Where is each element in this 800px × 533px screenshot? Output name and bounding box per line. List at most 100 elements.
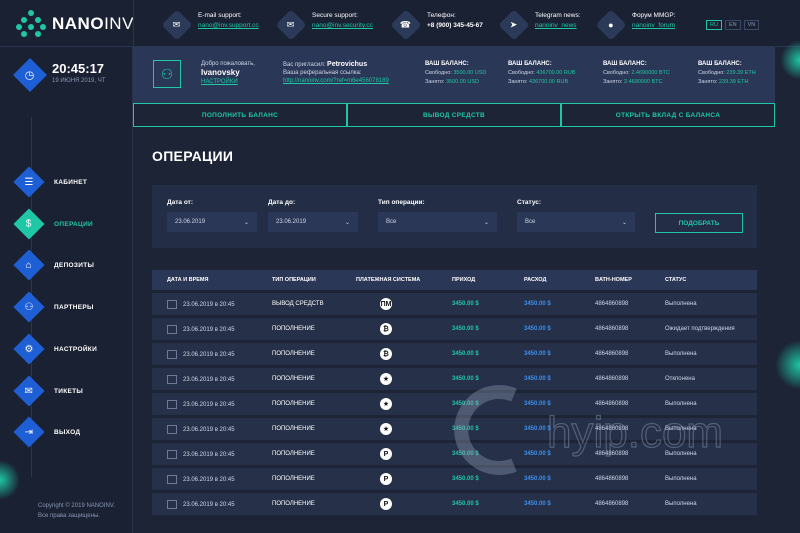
partners-icon: ⚇ [13,291,45,323]
forum-icon: ● [595,9,627,41]
contact-label: E-mail support: [198,12,242,19]
lang-ru[interactable]: RU [706,20,722,30]
balance-title: ВАШ БАЛАНС: [508,61,552,67]
cell-batch: 4864860898 [595,351,629,357]
cell-income: 3450.00 $ [452,376,479,382]
contact-0: ✉ E-mail support: nano@inv.support.cc [161,9,259,41]
table-row[interactable]: 23.06.2019 в 20:45 ВЫВОД СРЕДСТВ ПМ 3450.00… [152,293,757,315]
clock: ◷ 20:45:17 19 ИЮНЯ 2019, ЧТ [13,58,105,92]
contact-value[interactable]: nano@inv.support.cc [198,22,259,29]
payment-system-icon: ₿ [380,323,392,335]
cell-income: 3450.00 $ [452,476,479,482]
sidebar-item-tickets[interactable]: ✉ ТИКЕТЫ [13,375,84,407]
balance-busy: Занято: 436700.00 RUB [508,79,569,85]
cell-income: 3450.00 $ [452,301,479,307]
cell-date: 23.06.2019 в 20:45 [183,351,235,358]
contact-value: +8 (900) 345-45-67 [427,22,483,29]
cell-type: ПОПОЛНЕНИЕ [272,376,315,382]
cell-date: 23.06.2019 в 20:45 [183,326,235,333]
contact-label: Secure support: [312,12,358,19]
column-header: ДАТА И ВРЕМЯ [167,277,209,283]
operation-type-select[interactable]: Все ⌄ [378,212,497,232]
column-header: РАСХОД [524,277,547,283]
cell-type: ПОПОЛНЕНИЕ [272,451,315,457]
balance-free: Свободно: 2.4690000 BTC [603,70,670,76]
cell-expense: 3450.00 $ [524,376,551,382]
status-select[interactable]: Все ⌄ [517,212,635,232]
cell-status: Выполнена [665,501,697,507]
cell-income: 3450.00 $ [452,501,479,507]
sidebar-item-label: КАБИНЕТ [54,178,88,186]
calendar-icon [167,299,177,309]
column-header: ПРИХОД [452,277,476,283]
mail-icon: ✉ [161,9,193,41]
calendar-icon [167,324,177,334]
open-deposit-button[interactable]: ОТКРЫТЬ ВКЛАД С БАЛАНСА [561,103,775,127]
sidebar-item-label: ОПЕРАЦИИ [54,220,94,228]
cell-status: Выполнена [665,301,697,307]
lang-vn[interactable]: VN [743,20,760,30]
filter-panel: Дата от: 23.06.2019 ⌄ Дата до: 23.06.2019… [152,185,757,248]
sidebar-item-operations[interactable]: $ ОПЕРАЦИИ [13,208,94,240]
ref-label: Ваша реферальная ссылка: [283,70,362,76]
calendar-icon [167,449,177,459]
contact-3: ➤ Telegram news: nanoinv_news [498,9,581,41]
sidebar-item-deposits[interactable]: ⌂ ДЕПОЗИТЫ [13,249,95,281]
logo-mark-icon [16,10,46,38]
cell-batch: 4864860898 [595,301,629,307]
sidebar-item-exit[interactable]: ⇥ ВЫХОД [13,416,80,448]
ref-link[interactable]: http://nanoinv.com/?ref=m6e456078189 [283,78,389,84]
topup-button[interactable]: ПОПОЛНИТЬ БАЛАНС [133,103,347,127]
contact-value[interactable]: nano@inv.security.cc [312,22,373,29]
date-to-label: Дата до: [268,199,296,206]
balance-title: ВАШ БАЛАНС: [425,61,469,67]
date-from-select[interactable]: 23.06.2019 ⌄ [167,212,257,232]
calendar-icon [167,499,177,509]
cell-expense: 3450.00 $ [524,351,551,357]
welcome-panel: ⚇ Добро пожаловать, Ivanovsky НАСТРОЙКИ … [133,47,775,103]
cell-type: ПОПОЛНЕНИЕ [272,501,315,507]
sidebar-item-partners[interactable]: ⚇ ПАРТНЕРЫ [13,291,94,323]
decorative-glow [775,340,800,390]
cell-date: 23.06.2019 в 20:45 [183,426,235,433]
greeting: Добро пожаловать, [201,61,255,67]
page-title: ОПЕРАЦИИ [152,148,234,164]
table-row[interactable]: 23.06.2019 в 20:45 ПОПОЛНЕНИЕ ₿ 3450.00 $ 34… [152,343,757,365]
telegram-icon: ➤ [498,9,530,41]
filter-submit-button[interactable]: ПОДОБРАТЬ [655,213,743,233]
table-header: ДАТА И ВРЕМЯ ТИП ОПЕРАЦИИ ПЛАТЕЖНАЯ СИСТЕМ… [152,270,757,290]
table-row[interactable]: 23.06.2019 в 20:45 ПОПОЛНЕНИЕ ₿ 3450.00 $ 34… [152,318,757,340]
balance-title: ВАШ БАЛАНС: [603,61,647,67]
column-header: ТИП ОПЕРАЦИИ [272,277,316,283]
withdraw-button[interactable]: ВЫВОД СРЕДСТВ [347,103,561,127]
sidebar-item-cabinet[interactable]: ☰ КАБИНЕТ [13,166,88,198]
cell-expense: 3450.00 $ [524,476,551,482]
watermark: hyip.com [454,385,724,475]
date-to-select[interactable]: 23.06.2019 ⌄ [268,212,358,232]
contact-4: ● Форум MMGP: nanoinv_forum [595,9,676,41]
operation-type-label: Тип операции: [378,199,425,206]
sidebar-item-settings[interactable]: ⚙ НАСТРОЙКИ [13,333,97,365]
cell-expense: 3450.00 $ [524,326,551,332]
table-row[interactable]: 23.06.2019 в 20:45 ПОПОЛНЕНИЕ P 3450.00 $ 34… [152,493,757,515]
contact-value[interactable]: nanoinv_forum [632,22,676,29]
payment-system-icon: P [380,498,392,510]
cell-date: 23.06.2019 в 20:45 [183,401,235,408]
lang-en[interactable]: EN [724,20,741,30]
contact-2: ☎ Телефон: +8 (900) 345-45-67 [390,9,483,41]
sidebar-item-label: ДЕПОЗИТЫ [54,261,95,269]
chevron-down-icon: ⌄ [243,219,249,226]
payment-system-icon: P [380,448,392,460]
cell-expense: 3450.00 $ [524,501,551,507]
logo[interactable]: NANOINV [16,10,134,38]
cell-expense: 3450.00 $ [524,301,551,307]
contact-value[interactable]: nanoinv_news [535,22,581,29]
payment-system-icon: P [380,473,392,485]
cell-date: 23.06.2019 в 20:45 [183,301,235,308]
cell-batch: 4864860898 [595,476,629,482]
watermark-text: hyip.com [547,408,723,457]
sidebar-item-label: ТИКЕТЫ [54,387,84,395]
language-switcher: RU EN VN [706,20,760,30]
tickets-icon: ✉ [13,375,45,407]
settings-link[interactable]: НАСТРОЙКИ [201,79,255,85]
